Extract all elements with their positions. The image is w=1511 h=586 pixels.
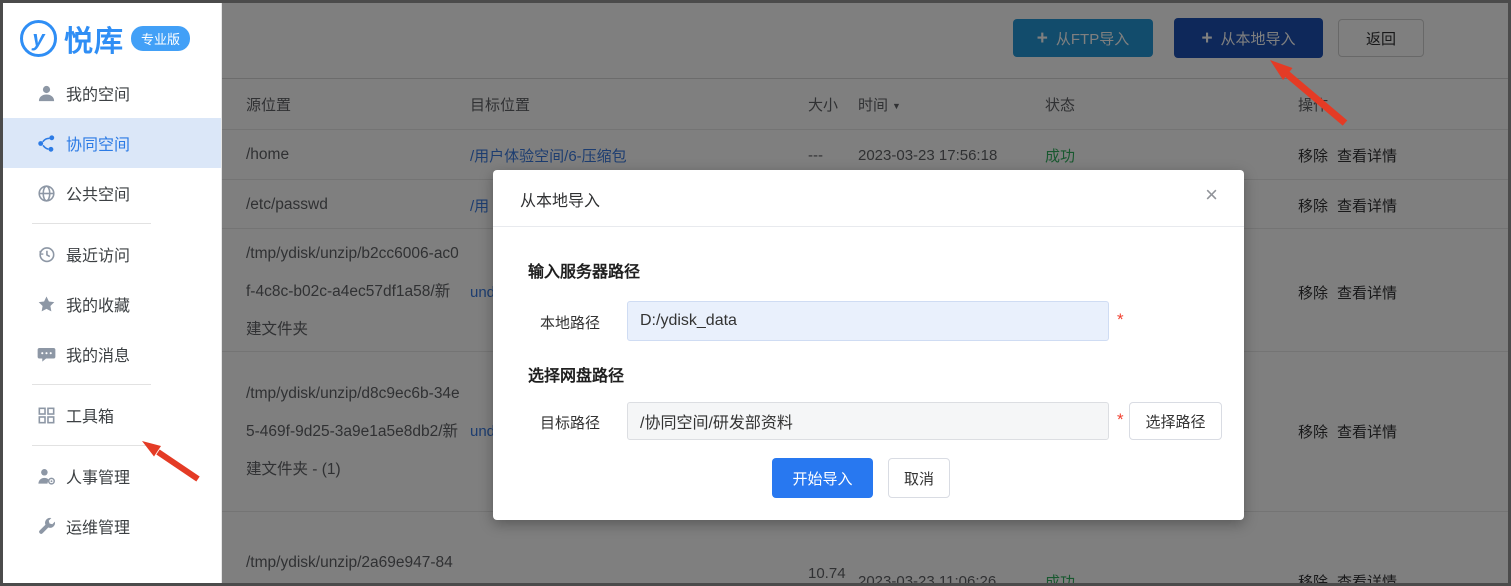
sidebar-item-ops-management[interactable]: 运维管理: [0, 501, 221, 551]
sidebar-item-favorites[interactable]: 我的收藏: [0, 279, 221, 329]
local-import-dialog: 从本地导入 × 输入服务器路径 本地路径 * 选择网盘路径 目标路径 * 选择路…: [493, 170, 1244, 520]
sidebar-item-collab-space[interactable]: 协同空间: [0, 118, 221, 168]
grid-icon: [36, 405, 56, 425]
sidebar-divider: [32, 384, 151, 385]
target-path-input[interactable]: [627, 402, 1109, 440]
sidebar-item-recent[interactable]: 最近访问: [0, 229, 221, 279]
required-mark: *: [1117, 310, 1124, 330]
sidebar-item-hr-management[interactable]: 人事管理: [0, 451, 221, 501]
edition-badge: 专业版: [131, 26, 190, 51]
sidebar-item-label: 我的收藏: [66, 292, 130, 316]
sidebar-item-label: 人事管理: [66, 464, 130, 488]
sidebar-divider: [32, 445, 151, 446]
sidebar-item-label: 协同空间: [66, 131, 130, 155]
dialog-title: 从本地导入: [520, 187, 600, 211]
dialog-header: 从本地导入 ×: [493, 170, 1244, 227]
app-window: y 悦库 专业版 我的空间 协同空间 公共空间: [0, 0, 1511, 586]
share-icon: [36, 133, 56, 153]
sidebar: y 悦库 专业版 我的空间 协同空间 公共空间: [0, 0, 222, 586]
user-icon: [36, 83, 56, 103]
sidebar-item-toolbox[interactable]: 工具箱: [0, 390, 221, 440]
app-logo: y 悦库 专业版: [0, 0, 221, 62]
target-path-label: 目标路径: [540, 412, 600, 433]
close-icon[interactable]: ×: [1205, 184, 1218, 206]
local-path-label: 本地路径: [540, 312, 600, 333]
user-gear-icon: [36, 466, 56, 486]
section-server-path: 输入服务器路径: [528, 258, 640, 282]
sidebar-item-label: 工具箱: [66, 403, 114, 427]
sidebar-item-messages[interactable]: 我的消息: [0, 329, 221, 379]
brand-y-icon: y: [20, 20, 57, 57]
sidebar-item-label: 公共空间: [66, 181, 130, 205]
sidebar-item-my-space[interactable]: 我的空间: [0, 68, 221, 118]
sidebar-item-label: 我的空间: [66, 81, 130, 105]
wrench-icon: [36, 516, 56, 536]
section-disk-path: 选择网盘路径: [528, 362, 624, 386]
sidebar-item-label: 我的消息: [66, 342, 130, 366]
required-mark: *: [1117, 410, 1124, 430]
message-icon: [36, 344, 56, 364]
cancel-button[interactable]: 取消: [888, 458, 950, 498]
sidebar-item-label: 运维管理: [66, 514, 130, 538]
sidebar-item-label: 最近访问: [66, 242, 130, 266]
choose-path-button[interactable]: 选择路径: [1129, 402, 1222, 440]
history-icon: [36, 244, 56, 264]
star-icon: [36, 294, 56, 314]
globe-icon: [36, 183, 56, 203]
start-import-button[interactable]: 开始导入: [772, 458, 873, 498]
sidebar-item-public-space[interactable]: 公共空间: [0, 168, 221, 218]
local-path-input[interactable]: [627, 301, 1109, 341]
sidebar-divider: [32, 223, 151, 224]
brand-name: 悦库: [64, 18, 124, 60]
